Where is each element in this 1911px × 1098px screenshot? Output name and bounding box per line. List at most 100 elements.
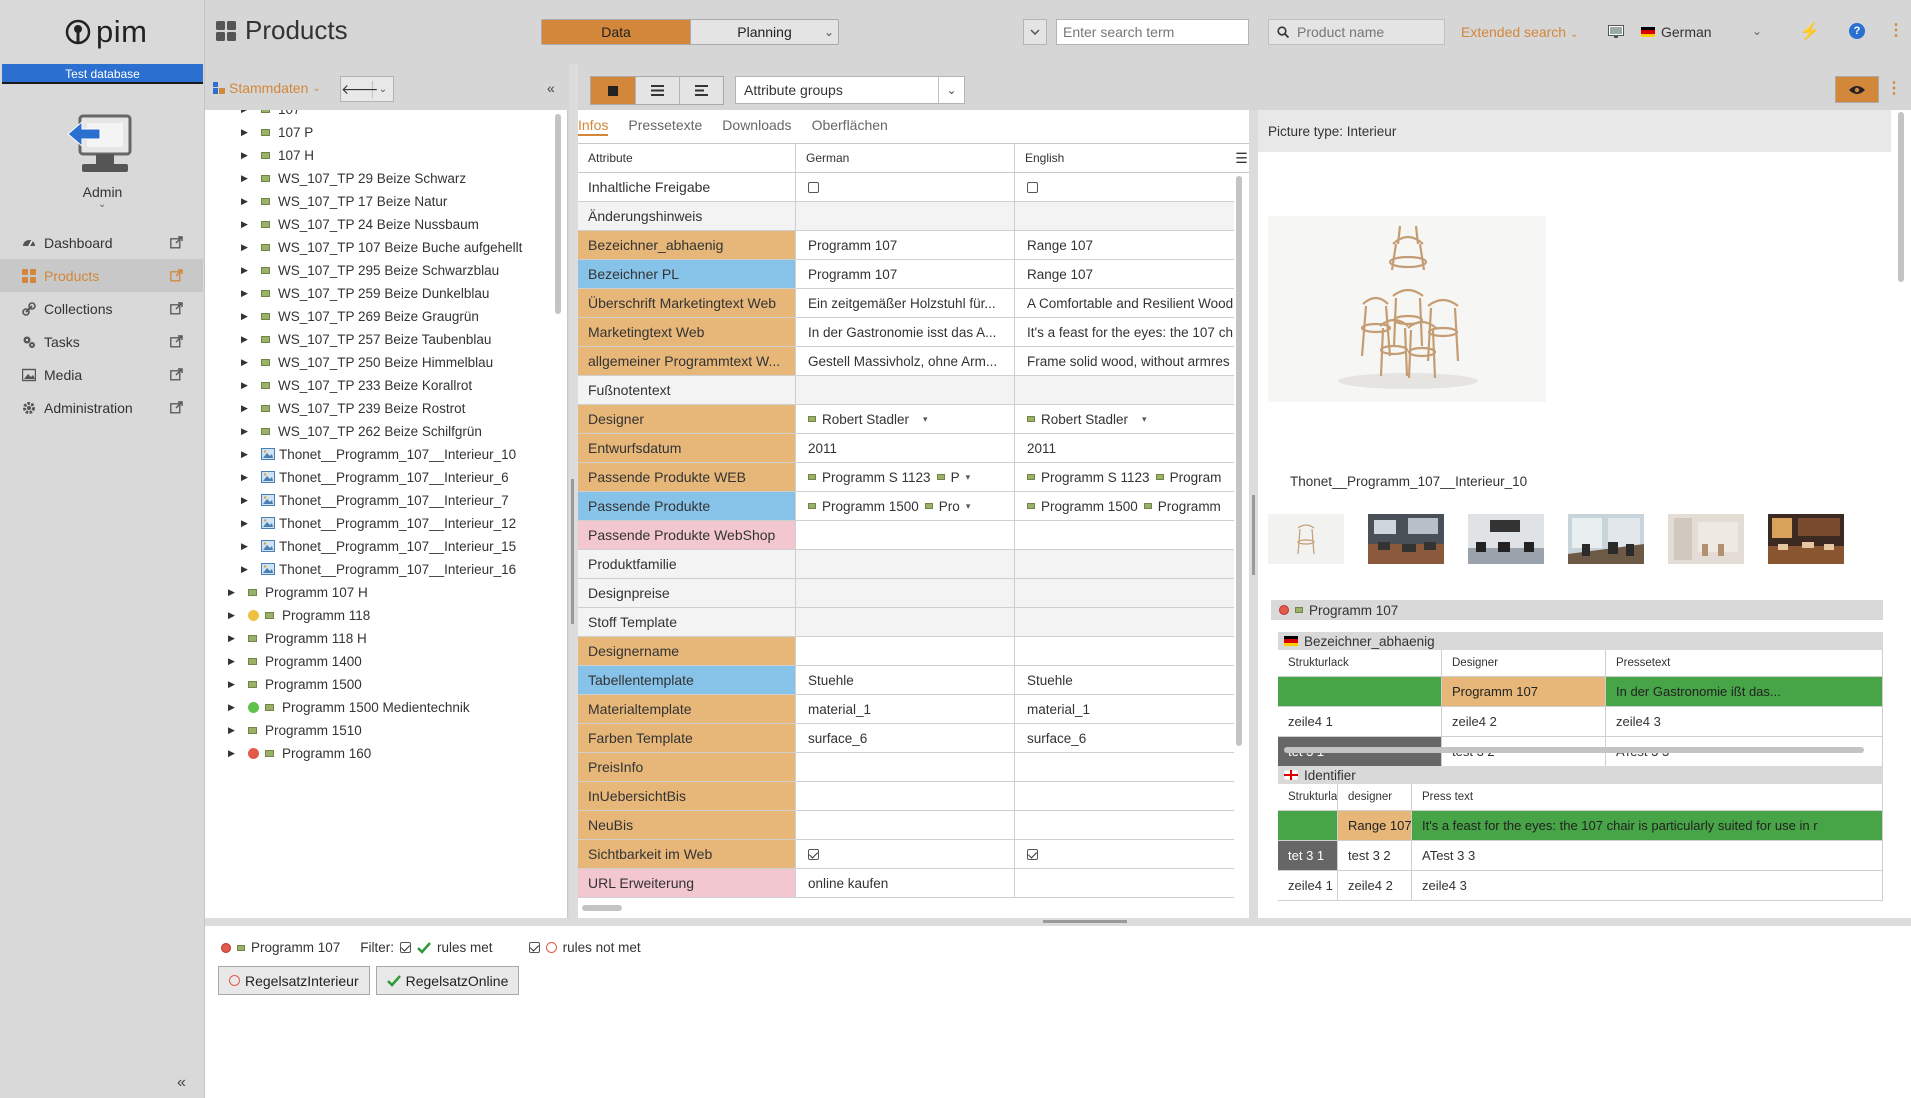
- expand-arrow-icon[interactable]: ▶: [241, 380, 251, 391]
- value-english[interactable]: [1015, 811, 1234, 839]
- attribute-row[interactable]: Marketingtext Web In der Gastronomie isst…: [578, 318, 1234, 347]
- attribute-row[interactable]: Inhaltliche Freigabe: [578, 173, 1234, 202]
- grid-cell[interactable]: Range 107: [1338, 811, 1412, 840]
- view-single-button[interactable]: [591, 77, 635, 104]
- nav-item-products[interactable]: Products: [0, 259, 203, 292]
- grid-cell[interactable]: ATest 3 3: [1412, 841, 1883, 870]
- grid-row[interactable]: tet 3 1test 3 2ATest 3 3: [1278, 841, 1883, 871]
- ruleset-online-button[interactable]: RegelsatzOnline: [375, 966, 520, 995]
- column-attribute[interactable]: Attribute: [578, 144, 796, 172]
- splitter-grip[interactable]: [1043, 920, 1127, 923]
- attribute-row[interactable]: Stoff Template: [578, 608, 1234, 637]
- grid-cell[interactable]: [1278, 677, 1442, 706]
- value-english[interactable]: surface_6: [1015, 724, 1234, 752]
- attribute-row[interactable]: Passende Produkte Programm 1500 Pro ▾ Progra…: [578, 492, 1234, 521]
- value-german[interactable]: [796, 521, 1015, 549]
- extended-search-link[interactable]: Extended search ⌄: [1461, 24, 1578, 40]
- expand-arrow-icon[interactable]: ▶: [228, 587, 238, 598]
- value-checkbox[interactable]: [1027, 181, 1038, 193]
- attribute-row[interactable]: allgemeiner Programmtext W... Gestell Mas…: [578, 347, 1234, 376]
- value-german[interactable]: Ein zeitgemäßer Holzstuhl für...: [796, 289, 1015, 317]
- more-options-icon[interactable]: ⋮: [1886, 78, 1902, 98]
- chevron-down-icon[interactable]: ⌄: [824, 20, 834, 44]
- monitor-flag-icon[interactable]: [1608, 25, 1624, 38]
- tree-scrollbar[interactable]: [555, 114, 561, 314]
- grid-column-header[interactable]: Strukturlack: [1278, 784, 1338, 810]
- attribute-row[interactable]: Fußnotentext: [578, 376, 1234, 405]
- expand-arrow-icon[interactable]: ▶: [241, 196, 251, 207]
- value-english[interactable]: Programm S 1123 Program: [1015, 463, 1234, 491]
- product-name-input[interactable]: [1297, 24, 1437, 40]
- column-german[interactable]: German: [796, 144, 1015, 172]
- grid-cell[interactable]: zeile4 1: [1278, 871, 1338, 900]
- attribute-row[interactable]: URL Erweiterung online kaufen: [578, 869, 1234, 898]
- table1-hscrollbar[interactable]: [1284, 747, 1864, 753]
- ruleset-interieur-button[interactable]: RegelsatzInterieur: [218, 966, 370, 995]
- expand-arrow-icon[interactable]: ▶: [228, 725, 238, 736]
- panel-splitter[interactable]: [1249, 110, 1258, 918]
- grid-cell[interactable]: It's a feast for the eyes: the 107 chair…: [1412, 811, 1883, 840]
- grid-cell[interactable]: zeile4 1: [1278, 707, 1442, 736]
- thumbnail-6[interactable]: [1768, 514, 1844, 564]
- rules-not-met-checkbox[interactable]: [528, 942, 540, 953]
- expand-arrow-icon[interactable]: ▶: [228, 633, 238, 644]
- value-german[interactable]: Stuehle: [796, 666, 1015, 694]
- user-name[interactable]: Admin: [0, 184, 205, 200]
- expand-arrow-icon[interactable]: ▶: [241, 403, 251, 414]
- value-german[interactable]: [796, 579, 1015, 607]
- value-german[interactable]: Programm 107: [796, 231, 1015, 259]
- thumbnail-4[interactable]: [1568, 514, 1644, 564]
- expand-arrow-icon[interactable]: ▶: [241, 242, 251, 253]
- value-german[interactable]: online kaufen: [796, 869, 1015, 897]
- data-maintenance-button[interactable]: Data maintenance: [542, 20, 690, 44]
- expand-arrow-icon[interactable]: ▶: [241, 334, 251, 345]
- expand-arrow-icon[interactable]: ▶: [241, 311, 251, 322]
- attribute-row[interactable]: InUebersichtBis: [578, 782, 1234, 811]
- tab-pressetexte[interactable]: Pressetexte: [628, 117, 702, 133]
- attribute-hscrollbar[interactable]: [582, 905, 622, 911]
- expand-arrow-icon[interactable]: ▶: [228, 656, 238, 667]
- value-german[interactable]: [796, 173, 1015, 201]
- attribute-row[interactable]: Materialtemplate material_1 material_1: [578, 695, 1234, 724]
- value-german[interactable]: [796, 840, 1015, 868]
- product-photo[interactable]: [1268, 216, 1546, 402]
- value-english[interactable]: material_1: [1015, 695, 1234, 723]
- value-english[interactable]: A Comfortable and Resilient Wood: [1015, 289, 1234, 317]
- value-english[interactable]: 2011: [1015, 434, 1234, 462]
- bolt-icon[interactable]: ⚡: [1799, 22, 1820, 42]
- grid-cell[interactable]: Programm 107: [1442, 677, 1606, 706]
- grid-cell[interactable]: zeile4 2: [1338, 871, 1412, 900]
- value-german[interactable]: [796, 376, 1015, 404]
- nav-item-media[interactable]: Media: [0, 358, 203, 391]
- grid-column-header[interactable]: Pressetext: [1606, 650, 1883, 676]
- chevron-down-icon[interactable]: ⌄: [98, 199, 106, 210]
- expand-arrow-icon[interactable]: ▶: [228, 610, 238, 621]
- grid-column-header[interactable]: Designer: [1442, 650, 1606, 676]
- attribute-row[interactable]: Designer Robert Stadler ▾ Robert Stadler ▾: [578, 405, 1234, 434]
- tree-item[interactable]: ▶ Programm 160: [228, 739, 371, 767]
- value-english[interactable]: [1015, 782, 1234, 810]
- open-external-icon[interactable]: [170, 401, 183, 414]
- rules-met-checkbox[interactable]: [400, 942, 412, 953]
- grid-row[interactable]: zeile4 1 zeile4 2 zeile4 3: [1278, 871, 1883, 901]
- value-english[interactable]: [1015, 608, 1234, 636]
- attribute-row[interactable]: Entwurfsdatum 2011 2011: [578, 434, 1234, 463]
- value-german[interactable]: material_1: [796, 695, 1015, 723]
- view-align-button[interactable]: [679, 77, 723, 104]
- expand-arrow-icon[interactable]: ▶: [241, 357, 251, 368]
- expand-arrow-icon[interactable]: ▶: [241, 288, 251, 299]
- expand-arrow-icon[interactable]: ▶: [241, 150, 251, 161]
- value-english[interactable]: Frame solid wood, without armres: [1015, 347, 1234, 375]
- value-german[interactable]: 2011: [796, 434, 1015, 462]
- collapse-tree-icon[interactable]: «: [547, 80, 555, 96]
- open-external-icon[interactable]: [170, 236, 183, 249]
- value-german[interactable]: [796, 782, 1015, 810]
- attribute-row[interactable]: Passende Produkte WEB Programm S 1123 P ▾ Pr…: [578, 463, 1234, 492]
- value-german[interactable]: Programm 107: [796, 260, 1015, 288]
- chevron-down-icon[interactable]: ▾: [966, 472, 971, 483]
- nav-item-collections[interactable]: Collections: [0, 292, 203, 325]
- expand-arrow-icon[interactable]: ▶: [241, 110, 251, 115]
- grid-column-header[interactable]: Strukturlack: [1278, 650, 1442, 676]
- value-english[interactable]: [1015, 637, 1234, 665]
- column-english[interactable]: English: [1015, 144, 1234, 172]
